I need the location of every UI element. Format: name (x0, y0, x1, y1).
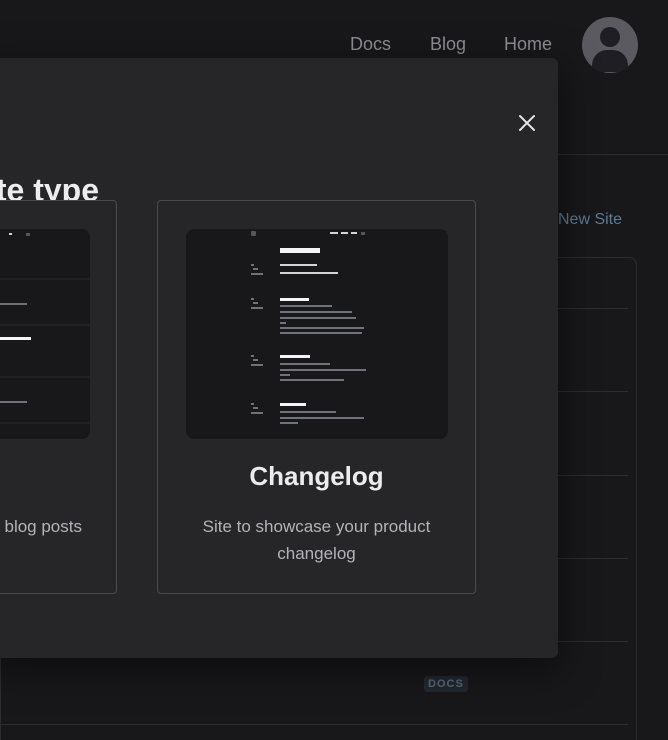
nav-link-docs[interactable]: Docs (350, 34, 391, 55)
changelog-preview-graphic (251, 231, 366, 424)
nav-link-blog[interactable]: Blog (430, 34, 466, 55)
close-icon (519, 115, 535, 131)
blog-preview-graphic (0, 233, 90, 424)
site-type-card-changelog[interactable]: Changelog Site to showcase your product … (157, 200, 476, 594)
avatar[interactable] (582, 17, 638, 73)
blog-preview-thumbnail (0, 229, 90, 439)
list-row-divider (1, 724, 628, 725)
card-description: Site to showcase your product changelog (202, 517, 431, 563)
site-type-card-blog[interactable]: r blog posts (0, 200, 117, 594)
changelog-preview-thumbnail (186, 229, 448, 439)
header-divider (558, 154, 668, 155)
close-button[interactable] (514, 110, 540, 136)
new-site-link[interactable]: New Site (558, 211, 622, 229)
nav-link-home[interactable]: Home (504, 34, 552, 55)
card-title: Changelog (249, 461, 384, 491)
avatar-body-shape (592, 50, 628, 72)
site-type-modal: te type r blog posts Changelog Site to s… (0, 58, 558, 658)
avatar-head-shape (600, 27, 620, 47)
docs-badge: DOCS (424, 676, 468, 692)
card-description: r blog posts (0, 517, 82, 536)
